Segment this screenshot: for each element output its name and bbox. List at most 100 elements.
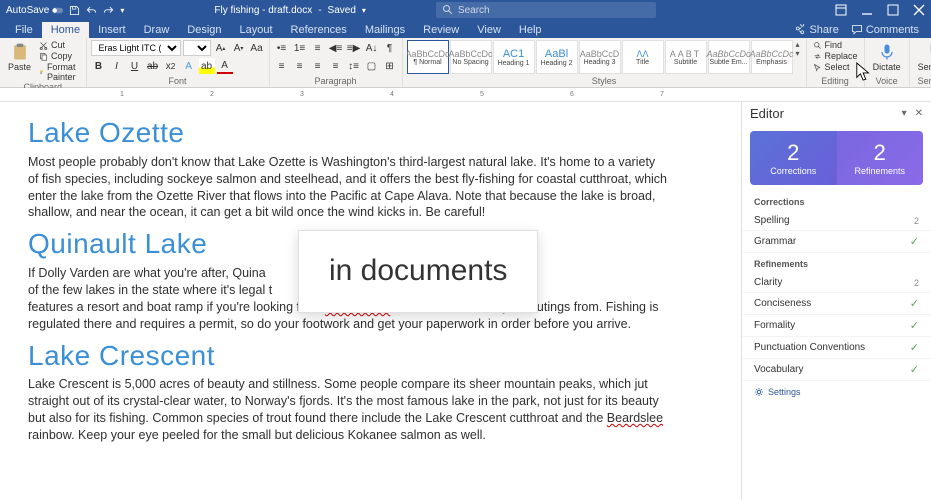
title-bar: AutoSave ▾ Fly fishing - draft.docx - Sa…: [0, 0, 931, 20]
tab-draw[interactable]: Draw: [135, 22, 179, 38]
minimize-icon[interactable]: [861, 4, 873, 16]
tab-review[interactable]: Review: [414, 22, 468, 38]
font-label: Font: [91, 76, 265, 86]
punctuation-item[interactable]: Punctuation Conventions ✓: [742, 337, 931, 359]
copy-button[interactable]: Copy: [37, 51, 82, 61]
editor-pane-dropdown-icon[interactable]: ▾: [902, 108, 907, 119]
style-title[interactable]: ɅɅTitle: [622, 40, 664, 74]
cut-button[interactable]: Cut: [37, 40, 82, 50]
editor-settings-link[interactable]: Settings: [742, 381, 931, 403]
sensitivity-button[interactable]: Sensitivity: [914, 40, 931, 74]
strikethrough-button[interactable]: ab: [145, 58, 161, 74]
tab-layout[interactable]: Layout: [231, 22, 282, 38]
align-center-button[interactable]: ≡: [292, 58, 308, 74]
subscript-button[interactable]: x2: [163, 58, 179, 74]
main-area: Lake Ozette Most people probably don't k…: [0, 102, 931, 500]
sort-button[interactable]: A↓: [364, 40, 380, 56]
style-emphasis[interactable]: AaBbCcDcEmphasis: [751, 40, 793, 74]
bullets-button[interactable]: •≡: [274, 40, 290, 56]
refinements-summary[interactable]: 2 Refinements: [837, 131, 924, 185]
style-subtle-em[interactable]: AaBbCcDcSubtle Em...: [708, 40, 750, 74]
vocabulary-item[interactable]: Vocabulary ✓: [742, 359, 931, 381]
grammar-item[interactable]: Grammar ✓: [742, 231, 931, 253]
undo-icon[interactable]: [86, 5, 97, 16]
select-button[interactable]: Select: [811, 62, 860, 72]
toggle-off-icon: [52, 5, 63, 16]
find-button[interactable]: Find: [811, 40, 860, 50]
grow-font-button[interactable]: A▴: [213, 40, 229, 56]
paragraph-ozette: Most people probably don't know that Lak…: [28, 154, 668, 222]
styles-label: Styles: [407, 76, 802, 86]
decrease-indent-button[interactable]: ◀≡: [328, 40, 344, 56]
align-right-button[interactable]: ≡: [310, 58, 326, 74]
style-subtitle[interactable]: ΑΑΒΤSubtitle: [665, 40, 707, 74]
ribbon-group-font: Eras Light ITC (H 1 A▴ A▾ Aa B I U ab x2…: [87, 38, 270, 87]
save-icon[interactable]: [69, 5, 80, 16]
increase-indent-button[interactable]: ≡▶: [346, 40, 362, 56]
editor-pane-title: Editor: [750, 106, 784, 121]
paragraph-label: Paragraph: [274, 76, 398, 86]
redo-icon[interactable]: [103, 5, 114, 16]
ribbon-tabs: File Home Insert Draw Design Layout Refe…: [0, 20, 931, 38]
style-heading1[interactable]: AC1Heading 1: [493, 40, 535, 74]
numbering-button[interactable]: 1≡: [292, 40, 308, 56]
style-heading2[interactable]: AaBlHeading 2: [536, 40, 578, 74]
maximize-icon[interactable]: [887, 4, 899, 16]
highlight-button[interactable]: ab: [199, 58, 215, 74]
qat-dropdown-icon[interactable]: ▾: [120, 6, 124, 15]
comments-button[interactable]: Comments: [845, 22, 925, 38]
close-icon[interactable]: [913, 4, 925, 16]
font-name-select[interactable]: Eras Light ITC (H: [91, 40, 181, 56]
style-no-spacing[interactable]: AaBbCcDcNo Spacing: [450, 40, 492, 74]
underline-button[interactable]: U: [127, 58, 143, 74]
spelling-error-2[interactable]: Beardslee: [607, 411, 663, 425]
shading-button[interactable]: ▢: [364, 58, 380, 74]
check-icon: ✓: [910, 235, 919, 248]
show-marks-button[interactable]: ¶: [382, 40, 398, 56]
corrections-summary[interactable]: 2 Corrections: [750, 131, 837, 185]
tab-file[interactable]: File: [6, 22, 42, 38]
style-normal[interactable]: AaBbCcDc¶ Normal: [407, 40, 449, 74]
borders-button[interactable]: ⊞: [382, 58, 398, 74]
tab-insert[interactable]: Insert: [89, 22, 135, 38]
paste-button[interactable]: Paste: [4, 40, 35, 74]
font-color-button[interactable]: A: [217, 58, 233, 74]
font-size-select[interactable]: 1: [183, 40, 211, 56]
spelling-item[interactable]: Spelling 2: [742, 211, 931, 231]
ribbon-display-icon[interactable]: [835, 4, 847, 16]
multilevel-button[interactable]: ≡: [310, 40, 326, 56]
bold-button[interactable]: B: [91, 58, 107, 74]
change-case-button[interactable]: Aa: [249, 40, 265, 56]
tab-help[interactable]: Help: [510, 22, 551, 38]
search-box[interactable]: Search: [436, 2, 656, 18]
tab-references[interactable]: References: [282, 22, 356, 38]
format-painter-button[interactable]: Format Painter: [37, 62, 82, 82]
align-left-button[interactable]: ≡: [274, 58, 290, 74]
style-heading3[interactable]: AaBbCcDHeading 3: [579, 40, 621, 74]
clarity-item[interactable]: Clarity 2: [742, 273, 931, 293]
line-spacing-button[interactable]: ↕≡: [346, 58, 362, 74]
share-button[interactable]: Share: [788, 22, 844, 38]
title-dropdown-icon[interactable]: ▾: [362, 6, 366, 15]
dictate-button[interactable]: Dictate: [869, 40, 905, 74]
autosave-toggle[interactable]: AutoSave: [6, 5, 63, 16]
tab-design[interactable]: Design: [178, 22, 230, 38]
tab-home[interactable]: Home: [42, 22, 89, 38]
voice-label: Voice: [869, 76, 905, 86]
document-canvas[interactable]: Lake Ozette Most people probably don't k…: [0, 102, 741, 500]
editor-pane-close-icon[interactable]: ✕: [915, 108, 923, 119]
tab-mailings[interactable]: Mailings: [356, 22, 414, 38]
text-effects-button[interactable]: A: [181, 58, 197, 74]
tab-view[interactable]: View: [468, 22, 510, 38]
replace-button[interactable]: Replace: [811, 51, 860, 61]
ruler[interactable]: 1 2 3 4 5 6 7: [0, 88, 931, 102]
replace-icon: [813, 52, 822, 61]
shrink-font-button[interactable]: A▾: [231, 40, 247, 56]
styles-more-button[interactable]: ▴▾: [794, 40, 802, 58]
formality-item[interactable]: Formality ✓: [742, 315, 931, 337]
editor-pane: Editor ▾ ✕ 2 Corrections 2 Refinements C…: [741, 102, 931, 500]
italic-button[interactable]: I: [109, 58, 125, 74]
conciseness-item[interactable]: Conciseness ✓: [742, 293, 931, 315]
window-controls: [835, 4, 925, 16]
justify-button[interactable]: ≡: [328, 58, 344, 74]
